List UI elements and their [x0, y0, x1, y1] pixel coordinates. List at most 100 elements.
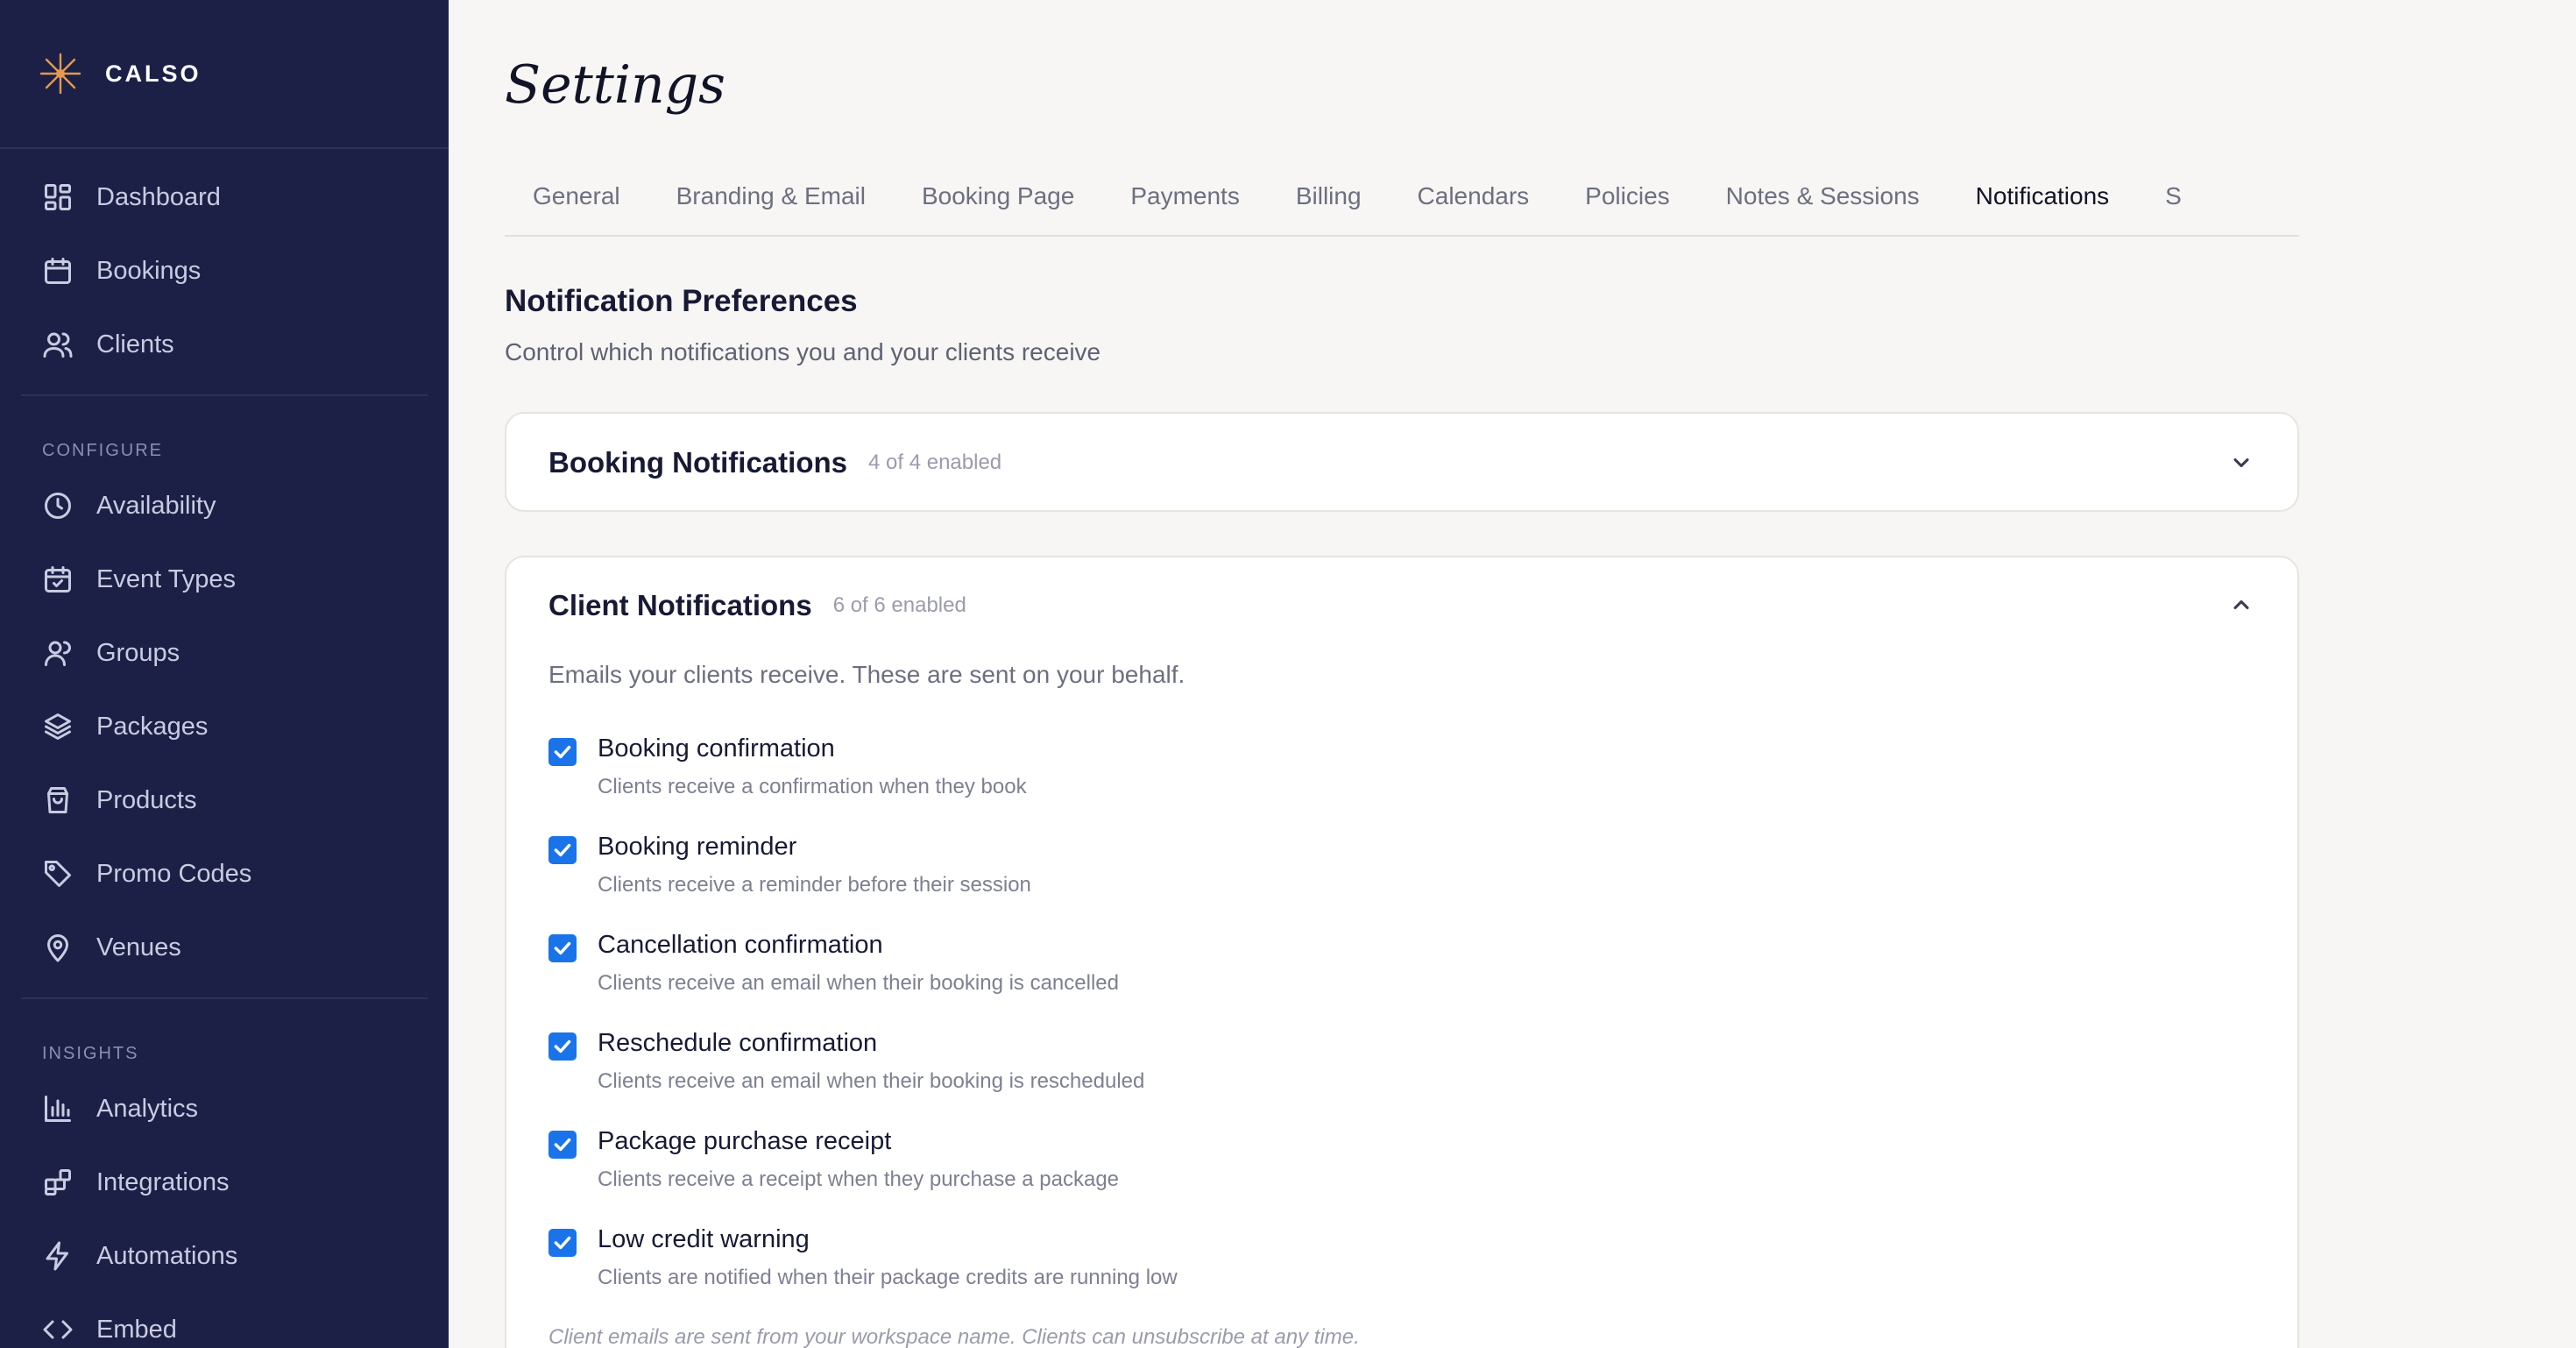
tab-booking-page[interactable]: Booking Page [894, 172, 1102, 235]
option-low-credit-warning: Low credit warning Clients are notified … [548, 1225, 2126, 1304]
clock-icon [45, 493, 71, 519]
tab-branding-email[interactable]: Branding & Email [648, 172, 894, 235]
card-title: Booking Notifications [548, 446, 847, 479]
tab-calendars[interactable]: Calendars [1390, 172, 1558, 235]
main-content: Settings General Branding & Email Bookin… [449, 0, 2576, 1348]
client-notifications-header[interactable]: Client Notifications 6 of 6 enabled [548, 557, 966, 654]
sidebar-item-automations[interactable]: Automations [21, 1225, 428, 1287]
checkmark-icon [554, 843, 571, 857]
checkmark-icon [554, 1236, 571, 1250]
sidebar-item-embed[interactable]: Embed [21, 1299, 428, 1348]
checkbox[interactable] [548, 738, 577, 766]
client-notifications-card: Client Notifications 6 of 6 enabled Emai… [505, 556, 2299, 1348]
collapse-toggle[interactable] [2229, 592, 2254, 617]
option-label: Booking confirmation [598, 734, 835, 763]
checkbox[interactable] [548, 1229, 577, 1257]
sidebar-divider [21, 394, 428, 396]
tab-notes-sessions[interactable]: Notes & Sessions [1698, 172, 1948, 235]
sidebar-item-label: Venues [96, 933, 181, 961]
sidebar-item-packages[interactable]: Packages [21, 696, 428, 757]
sidebar-item-label: Products [96, 785, 197, 814]
sidebar-divider [21, 997, 428, 999]
sunburst-logo-icon [39, 53, 81, 95]
sidebar-item-bookings[interactable]: Bookings [21, 240, 428, 302]
checkmark-icon [554, 745, 571, 759]
tab-truncated[interactable]: S [2137, 172, 2210, 235]
enabled-count: 4 of 4 enabled [868, 451, 1002, 474]
sidebar-item-analytics[interactable]: Analytics [21, 1078, 428, 1139]
option-label: Reschedule confirmation [598, 1029, 878, 1057]
option-description: Clients receive a receipt when they purc… [598, 1167, 1120, 1191]
option-label: Low credit warning [598, 1225, 810, 1253]
option-description: Clients are notified when their package … [598, 1266, 1178, 1289]
option-package-purchase-receipt: Package purchase receipt Clients receive… [548, 1127, 2126, 1206]
dashboard-icon [45, 184, 71, 210]
tab-policies[interactable]: Policies [1557, 172, 1697, 235]
option-reschedule-confirmation: Reschedule confirmation Clients receive … [548, 1029, 2126, 1108]
integrations-icon [45, 1169, 71, 1195]
sidebar-item-label: Event Types [96, 564, 237, 593]
checkbox[interactable] [548, 1131, 577, 1159]
checkmark-icon [554, 1039, 571, 1054]
chevron-down-icon [2233, 458, 2249, 468]
card-title: Client Notifications [548, 589, 812, 621]
settings-tabs: General Branding & Email Booking Page Pa… [505, 172, 2299, 237]
sidebar-item-label: Bookings [96, 256, 202, 285]
checkbox[interactable] [548, 1032, 577, 1061]
sidebar-item-label: Analytics [96, 1094, 199, 1123]
sidebar-item-label: Embed [96, 1315, 177, 1344]
sidebar-item-integrations[interactable]: Integrations [21, 1152, 428, 1213]
notification-preferences-subtitle: Control which notifications you and your… [505, 338, 1101, 365]
sidebar: CALSO Dashboard Bookings Clients CONFIGU… [0, 0, 449, 1348]
checkbox[interactable] [548, 934, 577, 962]
sidebar-item-label: Clients [96, 330, 174, 358]
expand-toggle[interactable] [2229, 451, 2254, 475]
option-booking-reminder: Booking reminder Clients receive a remin… [548, 833, 2126, 912]
tab-billing[interactable]: Billing [1268, 172, 1390, 235]
layers-icon [45, 713, 71, 740]
sidebar-item-venues[interactable]: Venues [21, 917, 428, 978]
option-label: Package purchase receipt [598, 1127, 892, 1155]
notification-preferences-title: Notification Preferences [505, 284, 858, 318]
sidebar-item-promo-codes[interactable]: Promo Codes [21, 843, 428, 905]
sidebar-item-event-types[interactable]: Event Types [21, 549, 428, 610]
option-label: Cancellation confirmation [598, 931, 883, 959]
users-icon [43, 332, 73, 358]
sidebar-section-configure: CONFIGURE [42, 441, 163, 460]
sidebar-item-label: Integrations [96, 1167, 230, 1196]
booking-notifications-header[interactable]: Booking Notifications 4 of 4 enabled [548, 414, 1001, 512]
tab-notifications[interactable]: Notifications [1948, 172, 2138, 235]
sidebar-item-label: Availability [96, 491, 216, 520]
tag-icon [45, 861, 71, 887]
booking-notifications-card: Booking Notifications 4 of 4 enabled [505, 412, 2299, 512]
sidebar-item-groups[interactable]: Groups [21, 622, 428, 684]
sidebar-item-label: Packages [96, 712, 209, 741]
tab-general[interactable]: General [505, 172, 648, 235]
tab-payments[interactable]: Payments [1102, 172, 1268, 235]
option-description: Clients receive an email when their book… [598, 971, 1119, 995]
chevron-up-icon [2233, 600, 2249, 610]
checkmark-icon [554, 1138, 571, 1152]
enabled-count: 6 of 6 enabled [832, 593, 966, 617]
brand[interactable]: CALSO [39, 51, 202, 96]
sidebar-item-clients[interactable]: Clients [21, 314, 428, 375]
option-booking-confirmation: Booking confirmation Clients receive a c… [548, 734, 2126, 813]
sidebar-item-label: Automations [96, 1241, 238, 1270]
option-description: Clients receive a confirmation when they… [598, 775, 1027, 798]
sidebar-section-insights: INSIGHTS [42, 1044, 139, 1063]
sidebar-item-availability[interactable]: Availability [21, 475, 428, 536]
brand-name: CALSO [105, 60, 202, 87]
sidebar-item-dashboard[interactable]: Dashboard [21, 167, 428, 228]
sidebar-divider [0, 147, 449, 149]
option-label: Booking reminder [598, 833, 797, 861]
code-icon [43, 1320, 73, 1339]
sidebar-item-label: Promo Codes [96, 859, 252, 888]
client-notifications-footer-note: Client emails are sent from your workspa… [548, 1325, 1360, 1348]
sidebar-item-label: Dashboard [96, 182, 221, 211]
calendar-icon [45, 258, 71, 284]
lightning-icon [46, 1241, 68, 1271]
sidebar-item-products[interactable]: Products [21, 770, 428, 831]
bar-chart-icon [45, 1096, 71, 1122]
checkbox[interactable] [548, 836, 577, 864]
option-description: Clients receive an email when their book… [598, 1069, 1145, 1093]
